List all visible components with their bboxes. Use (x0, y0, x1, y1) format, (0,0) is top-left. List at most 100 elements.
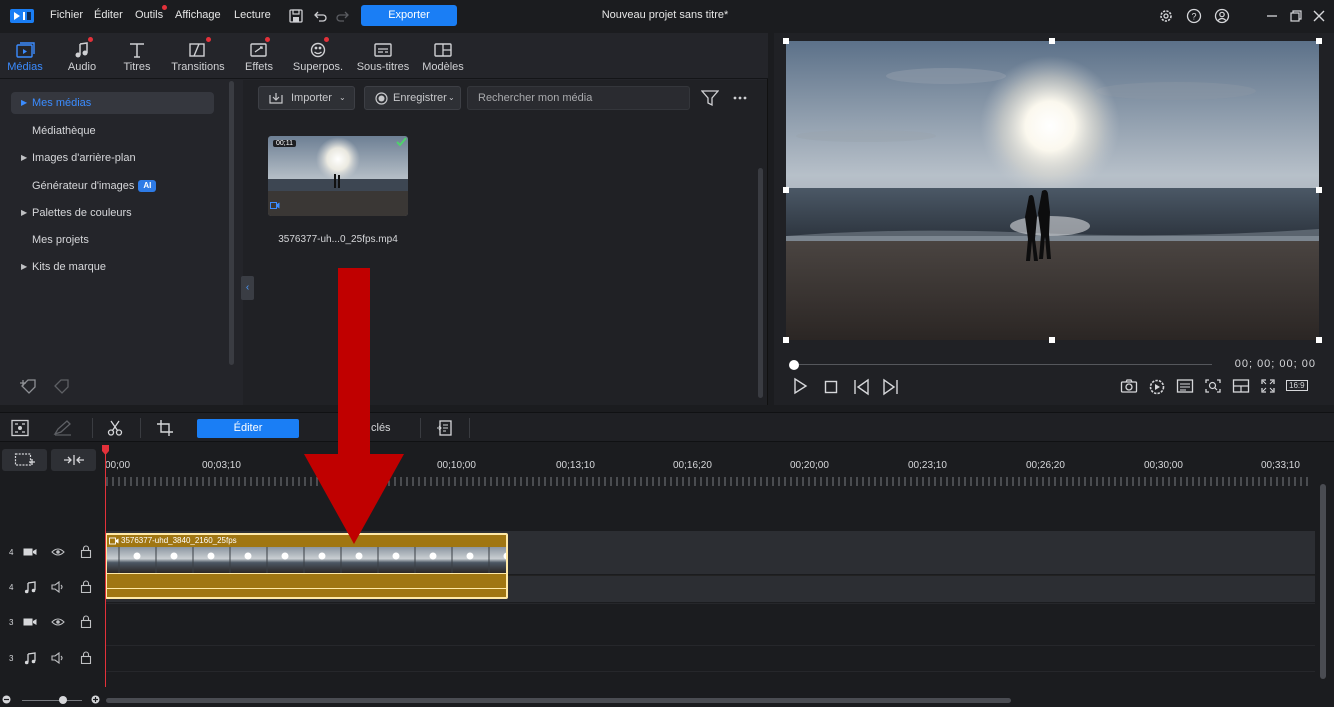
minimize-icon[interactable] (1263, 7, 1281, 25)
sidebar-item-kits-de-marque[interactable]: ▶ Kits de marque (11, 256, 214, 278)
speed-tool-icon[interactable] (436, 419, 454, 437)
play-icon[interactable] (792, 377, 808, 395)
playback-quality-icon[interactable] (1148, 378, 1166, 395)
timeline-vertical-scrollbar[interactable] (1320, 484, 1326, 679)
media-thumbnail[interactable]: 00;11 (268, 136, 408, 216)
account-icon[interactable] (1213, 7, 1231, 25)
transform-handle[interactable] (783, 337, 789, 343)
safe-zone-grid-icon[interactable] (1232, 378, 1250, 394)
menu-outils[interactable]: Outils (135, 5, 168, 21)
lock-icon[interactable] (80, 545, 92, 558)
zoom-preview-icon[interactable] (1204, 378, 1222, 394)
sidebar-item-mes-medias[interactable]: ▶ Mes médias (11, 92, 214, 114)
playhead[interactable] (105, 447, 106, 687)
ruler-label: 00;13;10 (556, 460, 595, 471)
fit-timeline-button[interactable] (51, 449, 96, 471)
zoom-out-icon[interactable] (2, 695, 11, 704)
tab-effets[interactable]: Effets (237, 33, 281, 79)
lock-icon[interactable] (80, 580, 92, 593)
sidebar-item-images-arriere-plan[interactable]: ▶ Images d'arrière-plan (11, 147, 214, 169)
tab-medias[interactable]: Médias (3, 33, 47, 79)
seek-knob[interactable] (789, 360, 799, 370)
media-icon (16, 42, 35, 58)
filter-icon[interactable] (701, 90, 719, 107)
edit-button[interactable]: Éditer (197, 419, 299, 438)
record-icon (375, 92, 388, 105)
transform-handle[interactable] (1316, 38, 1322, 44)
tab-superpos[interactable]: Superpos. (292, 33, 344, 79)
speaker-icon[interactable] (51, 652, 65, 664)
sidebar-item-mes-projets[interactable]: Mes projets (11, 229, 214, 251)
track-row-video-3[interactable] (105, 603, 1315, 645)
lock-icon[interactable] (80, 651, 92, 664)
transform-handle[interactable] (1316, 187, 1322, 193)
menu-fichier[interactable]: Fichier (50, 9, 83, 21)
tab-modeles[interactable]: Modèles (421, 33, 465, 79)
transform-handle[interactable] (1049, 337, 1055, 343)
fullscreen-icon[interactable] (1260, 378, 1276, 394)
zoom-slider-knob[interactable] (59, 696, 67, 704)
remove-tag-icon[interactable] (52, 377, 72, 395)
filmstrip-sun (281, 552, 289, 560)
help-icon[interactable]: ? (1185, 7, 1203, 25)
edit-pen-icon[interactable] (52, 419, 74, 437)
track-number: 3 (9, 654, 14, 663)
timeline-ruler[interactable]: 00;00 00;03;10 00;10;00 00;13;10 00;16;2… (0, 443, 1334, 531)
zoom-slider[interactable] (22, 700, 82, 701)
transform-handle[interactable] (1049, 38, 1055, 44)
undo-icon[interactable] (311, 7, 329, 25)
record-button[interactable]: Enregistrer ⌄ (364, 86, 461, 110)
menu-editer[interactable]: Éditer (94, 9, 123, 21)
previous-frame-icon[interactable] (852, 378, 872, 396)
more-options-icon[interactable] (733, 96, 747, 100)
subtitle-preview-icon[interactable] (1176, 378, 1194, 394)
transform-handle[interactable] (783, 38, 789, 44)
timeline-horizontal-scrollbar[interactable] (106, 698, 1011, 703)
search-input[interactable]: Rechercher mon média (467, 86, 690, 110)
collapse-sidebar-button[interactable]: ‹ (241, 276, 254, 300)
library-scrollbar[interactable] (758, 168, 763, 398)
video-track-icon (23, 618, 37, 626)
sidebar-item-palettes[interactable]: ▶ Palettes de couleurs (11, 202, 214, 224)
crop-icon[interactable] (156, 419, 174, 437)
preview-video[interactable] (786, 41, 1319, 340)
menu-affichage[interactable]: Affichage (175, 9, 221, 21)
snapshot-camera-icon[interactable] (1120, 378, 1138, 394)
visibility-eye-icon[interactable] (51, 617, 65, 627)
stop-icon[interactable] (823, 379, 839, 395)
tab-titres-label: Titres (123, 61, 151, 73)
sidebar-item-label: Kits de marque (32, 261, 106, 273)
import-button[interactable]: Importer ⌄ (258, 86, 355, 110)
tab-transitions[interactable]: Transitions (170, 33, 226, 79)
split-scissors-icon[interactable] (106, 419, 124, 437)
speaker-icon[interactable] (51, 581, 65, 593)
close-icon[interactable] (1310, 7, 1328, 25)
preview-seekbar[interactable] (792, 364, 1212, 365)
thumbnail-image (268, 136, 408, 216)
timeline-settings-icon[interactable] (10, 419, 30, 437)
next-frame-icon[interactable] (880, 378, 900, 396)
tab-sous-titres[interactable]: Sous-titres (355, 33, 411, 79)
menu-lecture[interactable]: Lecture (234, 9, 271, 21)
transform-handle[interactable] (1316, 337, 1322, 343)
settings-gear-icon[interactable] (1157, 7, 1175, 25)
restore-icon[interactable] (1287, 7, 1305, 25)
lock-icon[interactable] (80, 615, 92, 628)
audio-track-icon (24, 581, 36, 594)
redo-icon[interactable] (334, 7, 352, 25)
aspect-ratio-badge[interactable]: 16:9 (1286, 380, 1308, 391)
tab-titres[interactable]: Titres (115, 33, 159, 79)
save-icon[interactable] (287, 7, 305, 25)
sidebar-item-mediatheque[interactable]: Médiathèque (11, 120, 214, 142)
tab-audio[interactable]: Audio (60, 33, 104, 79)
sidebar-scrollbar[interactable] (229, 81, 234, 365)
zoom-in-icon[interactable] (91, 695, 100, 704)
add-tag-icon[interactable] (19, 377, 39, 395)
sidebar-item-generateur-images[interactable]: Générateur d'images AI (11, 175, 214, 197)
divider (420, 418, 421, 438)
export-button[interactable]: Exporter (361, 5, 457, 26)
track-manager-button[interactable] (2, 449, 47, 471)
track-row-audio-3[interactable] (105, 645, 1315, 672)
transform-handle[interactable] (783, 187, 789, 193)
visibility-eye-icon[interactable] (51, 547, 65, 557)
